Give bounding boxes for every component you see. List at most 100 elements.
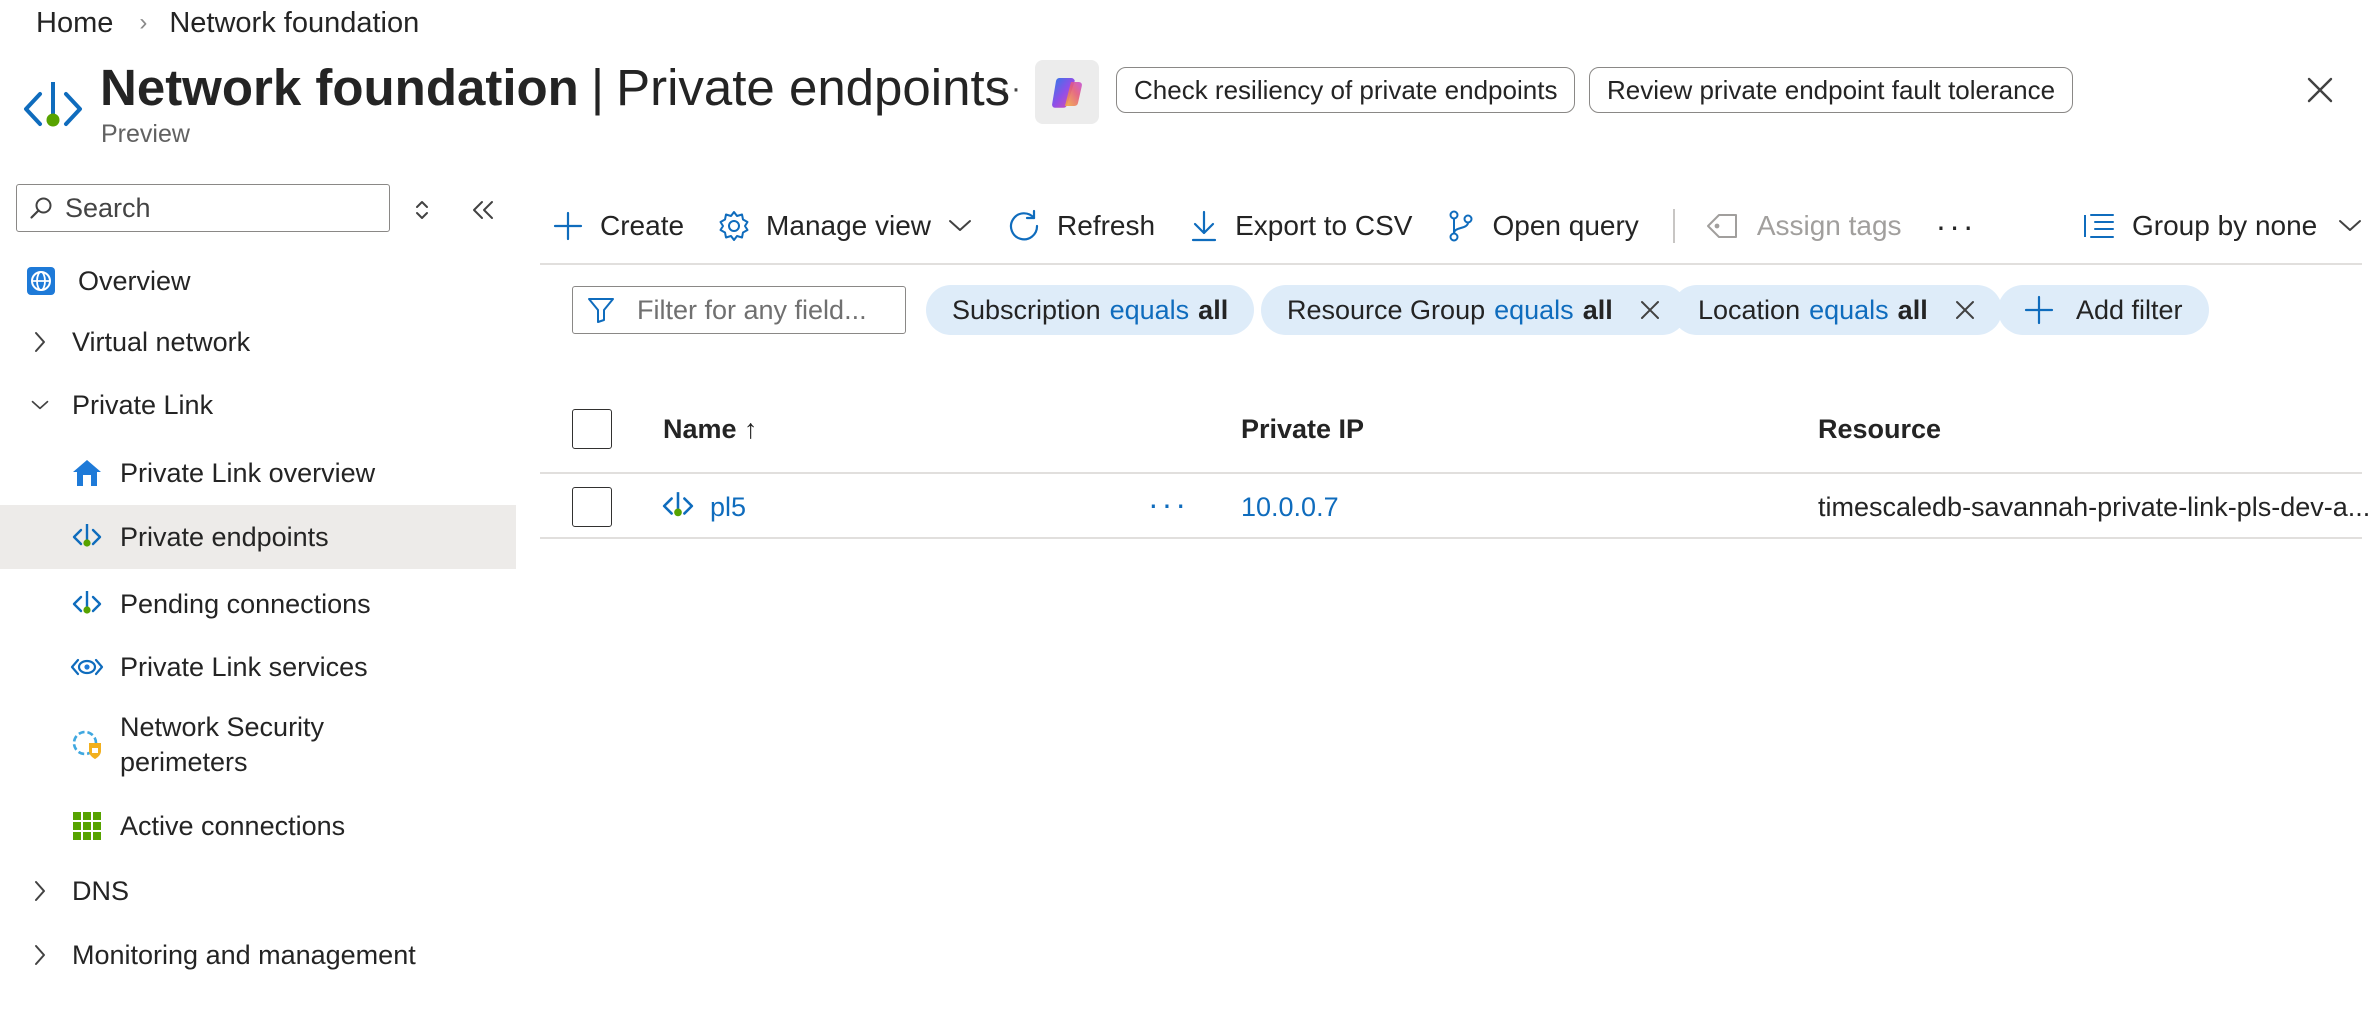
filter-icon bbox=[588, 298, 614, 323]
nav-item-private-link-services[interactable]: Private Link services bbox=[0, 636, 516, 698]
filter-chip-resource-group[interactable]: Resource Group equals all bbox=[1261, 285, 1687, 335]
nav-item-virtual-network[interactable]: Virtual network bbox=[0, 311, 516, 373]
nav-item-label: Active connections bbox=[120, 810, 346, 841]
refresh-button[interactable]: Refresh bbox=[1007, 209, 1155, 243]
filter-chip-subscription[interactable]: Subscription equals all bbox=[926, 285, 1255, 335]
export-csv-button-label: Export to CSV bbox=[1235, 210, 1413, 241]
manage-view-button[interactable]: Manage view bbox=[718, 210, 973, 242]
filter-chip-field: Location bbox=[1698, 294, 1801, 325]
nav-item-label: Pending connections bbox=[120, 588, 371, 619]
add-filter-button[interactable]: Add filter bbox=[1998, 285, 2209, 335]
toolbar-more-button[interactable]: ··· bbox=[1936, 208, 1977, 245]
page-title-resource: Network foundation bbox=[100, 59, 579, 116]
nav-item-label: Monitoring and management bbox=[72, 939, 416, 970]
nav-item-private-link[interactable]: Private Link bbox=[0, 374, 516, 436]
chevron-right-icon bbox=[30, 330, 50, 354]
nav-item-overview[interactable]: Overview bbox=[0, 250, 516, 312]
nav-item-private-endpoints[interactable]: Private endpoints bbox=[0, 505, 516, 569]
grid-icon bbox=[70, 811, 104, 841]
nav-item-label: Virtual network bbox=[72, 326, 251, 357]
open-query-button-label: Open query bbox=[1492, 210, 1639, 241]
private-link-services-icon bbox=[70, 655, 104, 679]
group-by-dropdown[interactable]: Group by none bbox=[2082, 196, 2363, 256]
chevron-down-icon bbox=[949, 220, 972, 231]
filter-chip-value: all bbox=[1897, 294, 1928, 325]
prompt-review-fault-tolerance-button[interactable]: Review private endpoint fault tolerance bbox=[1589, 67, 2074, 113]
nav-search-input[interactable]: Search bbox=[16, 184, 390, 232]
nav-item-label: Private Link services bbox=[120, 651, 368, 682]
row-more-button[interactable]: ··· bbox=[1148, 486, 1189, 523]
nav-item-label: Private Link overview bbox=[120, 457, 376, 488]
toolbar-divider-line bbox=[540, 263, 2362, 265]
nav-item-network-security-perimeters[interactable]: Network Security perimeters bbox=[0, 706, 516, 784]
nav-item-private-link-overview[interactable]: Private Link overview bbox=[0, 442, 516, 504]
open-query-button[interactable]: Open query bbox=[1446, 209, 1639, 243]
filter-chip-location[interactable]: Location equals all bbox=[1672, 285, 2002, 335]
column-header-name[interactable]: Name ↑ bbox=[663, 410, 758, 448]
filter-chip-field: Subscription bbox=[952, 294, 1101, 325]
refresh-button-label: Refresh bbox=[1057, 210, 1156, 241]
row-resource: timescaledb-savannah-private-link-pls-de… bbox=[1818, 491, 2371, 522]
export-csv-button[interactable]: Export to CSV bbox=[1189, 209, 1412, 243]
nav-item-label-group: Network Security perimeters bbox=[120, 710, 324, 780]
page-title-blade: Private endpoints bbox=[616, 59, 1011, 116]
add-icon bbox=[553, 211, 583, 241]
more-icon: ··· bbox=[1935, 207, 1977, 244]
breadcrumb-home[interactable]: Home bbox=[36, 7, 113, 40]
nav-item-pending-connections[interactable]: Pending connections bbox=[0, 573, 516, 635]
command-bar: Create Manage view Refresh Export to CSV… bbox=[552, 196, 2011, 256]
row-name-link[interactable]: pl5 bbox=[710, 488, 746, 526]
chevron-down-icon bbox=[30, 398, 50, 412]
list-icon bbox=[2084, 214, 2114, 238]
nav-item-label-line2: perimeters bbox=[120, 747, 248, 777]
nav-item-label: DNS bbox=[72, 875, 130, 906]
private-endpoint-icon bbox=[70, 522, 104, 552]
nav-item-monitoring-and-management[interactable]: Monitoring and management bbox=[0, 924, 516, 986]
nav-search-placeholder: Search bbox=[65, 192, 151, 223]
download-icon bbox=[1191, 210, 1217, 242]
filter-chip-op: equals bbox=[1809, 294, 1889, 325]
breadcrumb: Home › Network foundation bbox=[36, 4, 419, 42]
column-header-private-ip[interactable]: Private IP bbox=[1241, 410, 1364, 448]
filter-placeholder: Filter for any field... bbox=[637, 294, 867, 325]
nav-item-active-connections[interactable]: Active connections bbox=[0, 795, 516, 857]
home-icon bbox=[70, 458, 104, 488]
page-subtitle: Preview bbox=[101, 120, 190, 148]
table-row-divider bbox=[540, 537, 2362, 539]
prompt-check-resiliency-button[interactable]: Check resiliency of private endpoints bbox=[1116, 67, 1576, 113]
add-filter-label: Add filter bbox=[2076, 294, 2183, 325]
breadcrumb-network-foundation[interactable]: Network foundation bbox=[169, 7, 419, 40]
row-private-ip-link[interactable]: 10.0.0.7 bbox=[1241, 488, 1339, 526]
collapse-menu-icon[interactable] bbox=[470, 196, 496, 224]
row-select-checkbox[interactable] bbox=[572, 487, 612, 527]
remove-filter-icon[interactable] bbox=[1639, 299, 1661, 321]
private-endpoint-icon bbox=[662, 490, 694, 522]
create-button-label: Create bbox=[600, 210, 685, 241]
filter-input[interactable]: Filter for any field... bbox=[572, 286, 906, 334]
filter-chip-value: all bbox=[1198, 294, 1229, 325]
query-branch-icon bbox=[1449, 210, 1473, 242]
filter-chip-field: Resource Group bbox=[1287, 294, 1486, 325]
create-button[interactable]: Create bbox=[552, 210, 684, 242]
chevron-down-icon bbox=[2339, 220, 2362, 231]
page-title: Network foundation | Private endpoints bbox=[100, 56, 1010, 120]
remove-filter-icon[interactable] bbox=[1954, 299, 1976, 321]
private-endpoint-resource-icon bbox=[22, 78, 84, 140]
nav-item-dns[interactable]: DNS bbox=[0, 860, 516, 922]
add-icon bbox=[2024, 295, 2054, 325]
assign-tags-button-label: Assign tags bbox=[1756, 210, 1902, 241]
manage-view-button-label: Manage view bbox=[766, 210, 932, 241]
close-icon[interactable] bbox=[2304, 74, 2336, 106]
assign-tags-button[interactable]: Assign tags bbox=[1705, 210, 1902, 242]
select-all-checkbox[interactable] bbox=[572, 409, 612, 449]
column-header-resource[interactable]: Resource bbox=[1818, 410, 1941, 448]
copilot-icon bbox=[1052, 78, 1082, 108]
filter-chip-op: equals bbox=[1494, 294, 1574, 325]
sort-toggle-icon[interactable] bbox=[412, 196, 432, 224]
network-security-perimeter-icon bbox=[70, 729, 104, 761]
copilot-button[interactable] bbox=[1035, 60, 1099, 124]
group-by-label: Group by none bbox=[2132, 210, 2318, 241]
toolbar-divider bbox=[1672, 209, 1675, 243]
header-more-button[interactable]: ··· bbox=[987, 72, 1023, 106]
search-icon bbox=[30, 197, 52, 219]
